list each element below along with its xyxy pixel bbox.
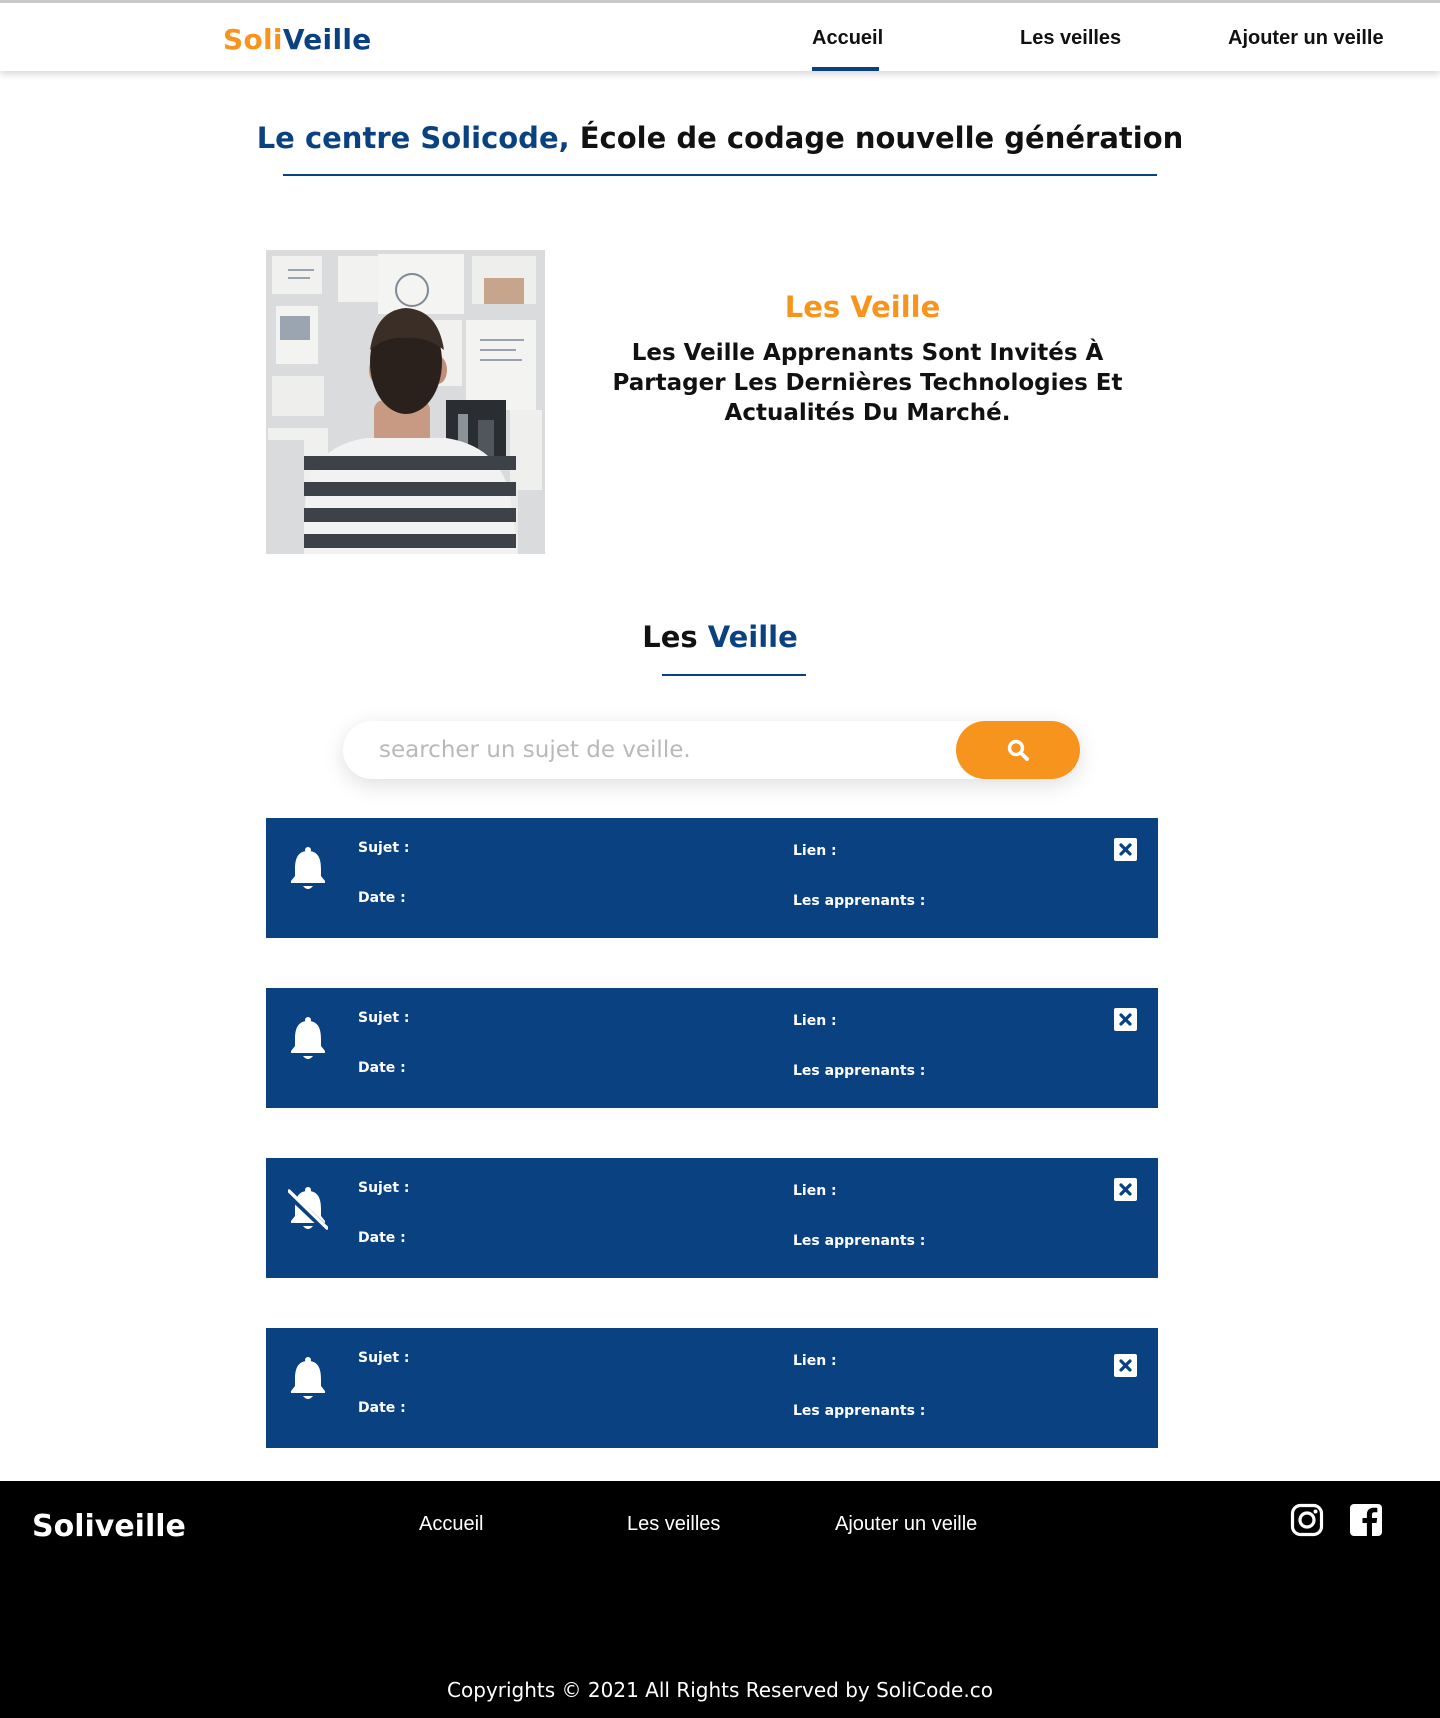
sujet-label: Sujet : bbox=[358, 1350, 410, 1366]
hero-title: Le centre Solicode, École de codage nouv… bbox=[0, 121, 1440, 155]
sujet-label: Sujet : bbox=[358, 1010, 410, 1026]
top-navbar: SoliVeille Accueil Les veilles Ajouter u… bbox=[0, 0, 1440, 71]
date-label: Date : bbox=[358, 1230, 406, 1246]
section-divider bbox=[662, 674, 806, 676]
nav-active-indicator bbox=[812, 67, 879, 71]
copyright: Copyrights © 2021 All Rights Reserved by… bbox=[447, 1678, 993, 1702]
footer-link-accueil[interactable]: Accueil bbox=[419, 1513, 483, 1536]
logo[interactable]: SoliVeille bbox=[223, 23, 372, 56]
close-icon[interactable] bbox=[1114, 1178, 1137, 1201]
veille-card: Sujet : Date : Lien : Les apprenants : bbox=[266, 1328, 1158, 1448]
bell-slash-icon bbox=[288, 1187, 328, 1235]
search-icon bbox=[1007, 739, 1029, 761]
nav-les-veilles[interactable]: Les veilles bbox=[1020, 27, 1121, 50]
footer: Soliveille Accueil Les veilles Ajouter u… bbox=[0, 1481, 1440, 1718]
bell-icon bbox=[291, 1357, 325, 1399]
veille-card: Sujet : Date : Lien : Les apprenants : bbox=[266, 988, 1158, 1108]
date-label: Date : bbox=[358, 1400, 406, 1416]
bell-icon bbox=[291, 1017, 325, 1059]
facebook-icon[interactable] bbox=[1349, 1503, 1383, 1537]
apprenants-label: Les apprenants : bbox=[793, 1233, 926, 1249]
intro-title: Les Veille bbox=[784, 290, 941, 324]
footer-logo[interactable]: Soliveille bbox=[32, 1509, 186, 1544]
nav-ajouter-veille[interactable]: Ajouter un veille bbox=[1228, 27, 1384, 50]
section-title-highlight: Veille bbox=[707, 620, 798, 654]
intro-text: Les Veille Apprenants Sont Invités À Par… bbox=[612, 340, 1123, 426]
apprenants-label: Les apprenants : bbox=[793, 1403, 926, 1419]
lien-label: Lien : bbox=[793, 1013, 837, 1029]
section-title: Les Veille bbox=[0, 620, 1440, 654]
bell-icon bbox=[291, 847, 325, 889]
apprenants-label: Les apprenants : bbox=[793, 893, 926, 909]
lien-label: Lien : bbox=[793, 1353, 837, 1369]
veille-card: Sujet : Date : Lien : Les apprenants : bbox=[266, 818, 1158, 938]
footer-link-ajouter-veille[interactable]: Ajouter un veille bbox=[835, 1513, 977, 1536]
hero-title-highlight: Le centre Solicode, bbox=[256, 121, 570, 155]
sujet-label: Sujet : bbox=[358, 840, 410, 856]
instagram-icon[interactable] bbox=[1290, 1503, 1324, 1537]
close-icon[interactable] bbox=[1114, 1008, 1137, 1031]
intro-photo bbox=[266, 250, 545, 554]
sujet-label: Sujet : bbox=[358, 1180, 410, 1196]
close-icon[interactable] bbox=[1114, 1354, 1137, 1377]
section-title-prefix: Les bbox=[642, 620, 708, 654]
hero-title-rest: École de codage nouvelle génération bbox=[569, 121, 1184, 155]
date-label: Date : bbox=[358, 1060, 406, 1076]
search-bar bbox=[343, 721, 1080, 779]
search-button[interactable] bbox=[956, 721, 1080, 779]
nav-accueil[interactable]: Accueil bbox=[812, 27, 883, 50]
veille-card: Sujet : Date : Lien : Les apprenants : bbox=[266, 1158, 1158, 1278]
lien-label: Lien : bbox=[793, 1183, 837, 1199]
hero-divider bbox=[283, 174, 1157, 176]
logo-soli: Soli bbox=[223, 23, 283, 56]
footer-link-les-veilles[interactable]: Les veilles bbox=[627, 1513, 720, 1536]
close-icon[interactable] bbox=[1114, 838, 1137, 861]
search-input[interactable] bbox=[343, 721, 953, 779]
date-label: Date : bbox=[358, 890, 406, 906]
logo-veille: Veille bbox=[282, 23, 372, 56]
lien-label: Lien : bbox=[793, 843, 837, 859]
apprenants-label: Les apprenants : bbox=[793, 1063, 926, 1079]
